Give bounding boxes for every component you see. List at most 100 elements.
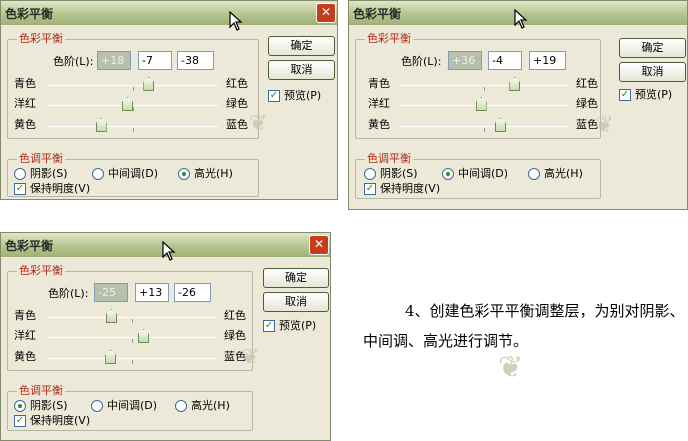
slider-center-tick xyxy=(132,339,133,343)
ok-button[interactable]: 确定 xyxy=(263,268,329,288)
close-icon[interactable]: ✕ xyxy=(316,3,336,23)
level-cyan-red-input[interactable]: +36 xyxy=(448,51,482,70)
level-magenta-green-input[interactable]: +13 xyxy=(135,283,169,302)
shadows-label[interactable]: 阴影(S) xyxy=(380,167,418,181)
slider-center-tick xyxy=(132,319,133,323)
slider-center-tick xyxy=(484,128,485,132)
watermark-flourish-icon: ❦ xyxy=(595,113,614,138)
highlights-label[interactable]: 高光(H) xyxy=(191,399,230,413)
cancel-button[interactable]: 取消 xyxy=(268,60,335,80)
highlights-label[interactable]: 高光(H) xyxy=(194,167,233,181)
midtones-radio[interactable] xyxy=(91,400,103,412)
magenta-green-slider-thumb[interactable] xyxy=(137,329,149,343)
levels-label: 色阶(L): xyxy=(53,55,94,68)
color-balance-group: 色彩平衡 色阶(L): -25 +13 -26 青色 红色 洋红 绿色 黄色 蓝… xyxy=(7,264,253,371)
preview-checkbox[interactable]: ✓ xyxy=(619,89,631,101)
shadows-radio[interactable] xyxy=(14,400,26,412)
midtones-label[interactable]: 中间调(D) xyxy=(458,167,508,181)
slider-right-label: 红色 xyxy=(576,77,598,90)
preview-label[interactable]: 预览(P) xyxy=(284,89,321,103)
cyan-red-slider-thumb[interactable] xyxy=(509,77,521,91)
cancel-button[interactable]: 取消 xyxy=(263,292,329,312)
mouse-cursor-icon xyxy=(514,8,528,32)
highlights-radio[interactable] xyxy=(528,168,540,180)
magenta-green-slider-thumb[interactable] xyxy=(475,97,487,111)
watermark-flourish-icon: ❦ xyxy=(241,345,260,370)
level-yellow-blue-input[interactable]: -38 xyxy=(177,51,214,70)
tone-balance-group: 色调平衡 阴影(S) 中间调(D) 高光(H) ✓ 保持明度(V) xyxy=(7,384,253,431)
tone-balance-legend: 色调平衡 xyxy=(365,152,413,166)
slider-center-tick xyxy=(133,107,134,111)
yellow-blue-slider[interactable] xyxy=(48,118,218,132)
close-icon[interactable]: ✕ xyxy=(309,235,329,255)
level-cyan-red-input[interactable]: -25 xyxy=(94,283,128,302)
level-yellow-blue-input[interactable]: +19 xyxy=(529,51,566,70)
level-yellow-blue-input[interactable]: -26 xyxy=(174,283,211,302)
highlights-radio[interactable] xyxy=(178,168,190,180)
level-cyan-red-input[interactable]: +18 xyxy=(97,51,131,70)
cyan-red-slider[interactable] xyxy=(48,77,218,91)
mouse-cursor-icon xyxy=(229,10,243,34)
shadows-label[interactable]: 阴影(S) xyxy=(30,167,68,181)
preserve-luminosity-label[interactable]: 保持明度(V) xyxy=(30,414,90,428)
cancel-button[interactable]: 取消 xyxy=(619,62,686,82)
yellow-blue-slider[interactable] xyxy=(400,118,568,132)
preserve-luminosity-label[interactable]: 保持明度(V) xyxy=(30,182,90,196)
slider-center-tick xyxy=(133,128,134,132)
slider-right-label: 红色 xyxy=(224,309,246,322)
tone-balance-legend: 色调平衡 xyxy=(17,384,65,398)
tone-balance-legend: 色调平衡 xyxy=(17,152,65,166)
level-magenta-green-input[interactable]: -7 xyxy=(138,51,172,70)
ok-button[interactable]: 确定 xyxy=(268,36,335,56)
preserve-luminosity-checkbox[interactable]: ✓ xyxy=(14,415,26,427)
cyan-red-slider-thumb[interactable] xyxy=(143,77,155,91)
slider-left-label: 黄色 xyxy=(14,350,36,363)
slider-center-tick xyxy=(484,87,485,91)
slider-right-label: 红色 xyxy=(226,77,248,90)
highlights-label[interactable]: 高光(H) xyxy=(544,167,583,181)
level-magenta-green-input[interactable]: -4 xyxy=(488,51,522,70)
slider-right-label: 绿色 xyxy=(224,329,246,342)
highlights-radio[interactable] xyxy=(175,400,187,412)
dialog-title: 色彩平衡 xyxy=(353,7,402,21)
shadows-radio[interactable] xyxy=(364,168,376,180)
instruction-caption: 4、创建色彩平平衡调整层，为别对阴影、中间调、高光进行调节。 xyxy=(363,302,685,350)
yellow-blue-slider-thumb[interactable] xyxy=(494,118,506,132)
color-balance-dialog-1: 色彩平衡 ✕ 色彩平衡 色阶(L): +18 -7 -38 青色 红色 洋红 绿… xyxy=(0,0,338,200)
preserve-luminosity-checkbox[interactable]: ✓ xyxy=(364,183,376,195)
preview-checkbox[interactable]: ✓ xyxy=(263,320,275,332)
preserve-luminosity-checkbox[interactable]: ✓ xyxy=(14,183,26,195)
preview-checkbox[interactable]: ✓ xyxy=(268,90,280,102)
midtones-radio[interactable] xyxy=(92,168,104,180)
midtones-label[interactable]: 中间调(D) xyxy=(107,399,157,413)
magenta-green-slider[interactable] xyxy=(48,329,216,343)
shadows-label[interactable]: 阴影(S) xyxy=(30,399,68,413)
midtones-label[interactable]: 中间调(D) xyxy=(108,167,158,181)
yellow-blue-slider[interactable] xyxy=(48,350,216,364)
cyan-red-slider[interactable] xyxy=(400,77,568,91)
title-bar[interactable]: 色彩平衡 ✕ xyxy=(1,1,337,25)
color-balance-legend: 色彩平衡 xyxy=(17,264,65,278)
slider-left-label: 黄色 xyxy=(14,118,36,131)
cyan-red-slider-thumb[interactable] xyxy=(106,309,117,323)
magenta-green-slider[interactable] xyxy=(400,97,568,111)
preview-label[interactable]: 预览(P) xyxy=(635,88,672,102)
magenta-green-slider-thumb[interactable] xyxy=(122,97,134,111)
preserve-luminosity-label[interactable]: 保持明度(V) xyxy=(380,182,440,196)
levels-label: 色阶(L): xyxy=(401,55,442,68)
midtones-radio[interactable] xyxy=(442,168,454,180)
ok-button[interactable]: 确定 xyxy=(619,38,686,58)
dialog-title: 色彩平衡 xyxy=(5,7,54,21)
yellow-blue-slider-thumb[interactable] xyxy=(95,118,107,132)
slider-right-label: 绿色 xyxy=(576,97,598,110)
slider-right-label: 蓝色 xyxy=(226,118,248,131)
yellow-blue-slider-thumb[interactable] xyxy=(105,350,117,364)
mouse-cursor-icon xyxy=(162,240,176,264)
preview-label[interactable]: 预览(P) xyxy=(279,319,316,333)
cyan-red-slider[interactable] xyxy=(48,309,216,323)
slider-left-label: 洋红 xyxy=(368,97,390,110)
levels-label: 色阶(L): xyxy=(48,287,89,300)
magenta-green-slider[interactable] xyxy=(48,97,218,111)
color-balance-dialog-2: 色彩平衡 色彩平衡 色阶(L): +36 -4 +19 青色 红色 洋红 绿色 … xyxy=(348,0,688,210)
shadows-radio[interactable] xyxy=(14,168,26,180)
